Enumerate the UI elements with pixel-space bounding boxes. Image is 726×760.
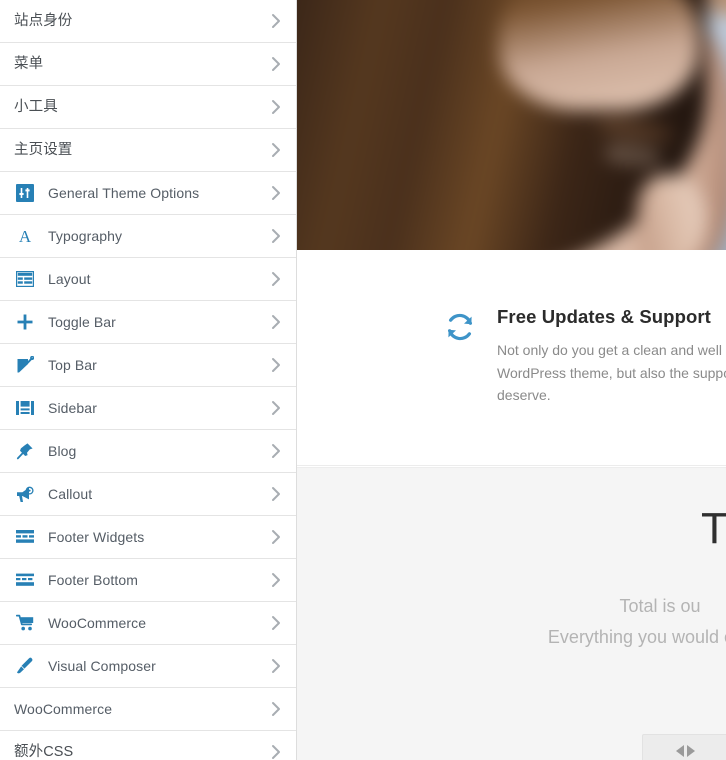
sidebar-item-woocommerce-theme[interactable]: WooCommerce xyxy=(0,602,296,645)
refresh-sync-icon xyxy=(443,310,477,344)
blurred-portrait-image xyxy=(297,0,726,250)
carousel-prev-arrow-icon[interactable] xyxy=(675,745,684,757)
sidebar-item-label: Callout xyxy=(48,485,93,502)
chevron-right-icon xyxy=(270,142,282,158)
sidebar-item-label: 主页设置 xyxy=(14,141,73,158)
chevron-right-icon xyxy=(270,185,282,201)
chevron-right-icon xyxy=(270,701,282,717)
sidebar-item-label: Blog xyxy=(48,442,77,459)
chevron-right-icon xyxy=(270,615,282,631)
sidebar-item-additional-css[interactable]: 额外CSS xyxy=(0,731,296,760)
sidebar-item-label: Visual Composer xyxy=(48,657,156,674)
chevron-right-icon xyxy=(270,572,282,588)
sidebar-layout-icon xyxy=(14,397,36,419)
promo-subtext: Total is ou Everything you would expec xyxy=(297,591,726,653)
sliders-icon xyxy=(14,182,36,204)
promo-subtext-line1: Total is ou xyxy=(619,596,701,616)
photo-layer-forehead xyxy=(499,0,699,110)
sidebar-item-label: Top Bar xyxy=(48,356,97,373)
sidebar-item-visual-composer[interactable]: Visual Composer xyxy=(0,645,296,688)
chevron-right-icon xyxy=(270,744,282,760)
sidebar-item-layout[interactable]: Layout xyxy=(0,258,296,301)
sidebar-item-sidebar[interactable]: Sidebar xyxy=(0,387,296,430)
carousel-next-arrow-icon[interactable] xyxy=(686,745,695,757)
sidebar-item-label: 菜单 xyxy=(14,55,44,72)
pencil-edit-icon xyxy=(14,354,36,376)
chevron-right-icon xyxy=(270,13,282,29)
promo-band-section: T Total is ou Everything you would expec xyxy=(297,467,726,760)
sidebar-item-label: Footer Bottom xyxy=(48,571,139,588)
plus-icon xyxy=(14,311,36,333)
hero-photo xyxy=(297,0,726,250)
sidebar-item-label: 小工具 xyxy=(14,98,58,115)
sidebar-item-footer-widgets[interactable]: Footer Widgets xyxy=(0,516,296,559)
sidebar-item-woocommerce[interactable]: WooCommerce xyxy=(0,688,296,731)
features-section: Free Updates & Support Not only do you g… xyxy=(297,250,726,466)
carousel-navigation[interactable] xyxy=(642,734,726,760)
shopping-cart-icon xyxy=(14,612,36,634)
chevron-right-icon xyxy=(270,357,282,373)
chevron-right-icon xyxy=(270,400,282,416)
feature-block: Free Updates & Support Not only do you g… xyxy=(443,306,726,407)
customizer-sidebar[interactable]: 站点身份 菜单 小工具 主页设置 General Theme Options A… xyxy=(0,0,297,760)
pushpin-icon xyxy=(14,440,36,462)
footer-bottom-icon xyxy=(14,569,36,591)
sidebar-item-typography[interactable]: A Typography xyxy=(0,215,296,258)
letter-a-icon: A xyxy=(14,225,36,247)
chevron-right-icon xyxy=(270,443,282,459)
sidebar-item-blog[interactable]: Blog xyxy=(0,430,296,473)
sidebar-item-label: WooCommerce xyxy=(14,700,113,717)
chevron-right-icon xyxy=(270,99,282,115)
svg-text:A: A xyxy=(19,227,32,245)
sidebar-item-label: General Theme Options xyxy=(48,184,200,201)
sidebar-item-general-theme-options[interactable]: General Theme Options xyxy=(0,172,296,215)
sidebar-item-top-bar[interactable]: Top Bar xyxy=(0,344,296,387)
sidebar-item-label: 站点身份 xyxy=(14,12,73,29)
chevron-right-icon xyxy=(270,56,282,72)
feature-description: Not only do you get a clean and well cod… xyxy=(497,342,726,404)
chevron-right-icon xyxy=(270,314,282,330)
sidebar-item-label: Layout xyxy=(48,270,91,287)
sidebar-item-widgets[interactable]: 小工具 xyxy=(0,86,296,129)
sidebar-item-callout[interactable]: Callout xyxy=(0,473,296,516)
footer-widgets-icon xyxy=(14,526,36,548)
sidebar-item-toggle-bar[interactable]: Toggle Bar xyxy=(0,301,296,344)
chevron-right-icon xyxy=(270,529,282,545)
theme-preview-pane[interactable]: Free Updates & Support Not only do you g… xyxy=(297,0,726,760)
paintbrush-icon xyxy=(14,655,36,677)
sidebar-item-label: Sidebar xyxy=(48,399,97,416)
chevron-right-icon xyxy=(270,486,282,502)
chevron-right-icon xyxy=(270,658,282,674)
customizer-screen: 站点身份 菜单 小工具 主页设置 General Theme Options A… xyxy=(0,0,726,760)
sidebar-item-menus[interactable]: 菜单 xyxy=(0,43,296,86)
megaphone-icon xyxy=(14,483,36,505)
feature-body: Free Updates & Support Not only do you g… xyxy=(497,306,726,407)
sidebar-item-label: Toggle Bar xyxy=(48,313,116,330)
sidebar-item-label: Typography xyxy=(48,227,123,244)
chevron-right-icon xyxy=(270,271,282,287)
promo-heading: T xyxy=(701,504,726,553)
sidebar-item-site-identity[interactable]: 站点身份 xyxy=(0,0,296,43)
table-grid-icon xyxy=(14,268,36,290)
promo-subtext-line2: Everything you would expec xyxy=(547,626,726,647)
sidebar-item-footer-bottom[interactable]: Footer Bottom xyxy=(0,559,296,602)
feature-title: Free Updates & Support xyxy=(497,306,711,327)
sidebar-item-homepage-settings[interactable]: 主页设置 xyxy=(0,129,296,172)
chevron-right-icon xyxy=(270,228,282,244)
sidebar-item-label: Footer Widgets xyxy=(48,528,145,545)
sidebar-item-label: WooCommerce xyxy=(48,614,147,631)
sidebar-item-label: 额外CSS xyxy=(14,743,74,760)
